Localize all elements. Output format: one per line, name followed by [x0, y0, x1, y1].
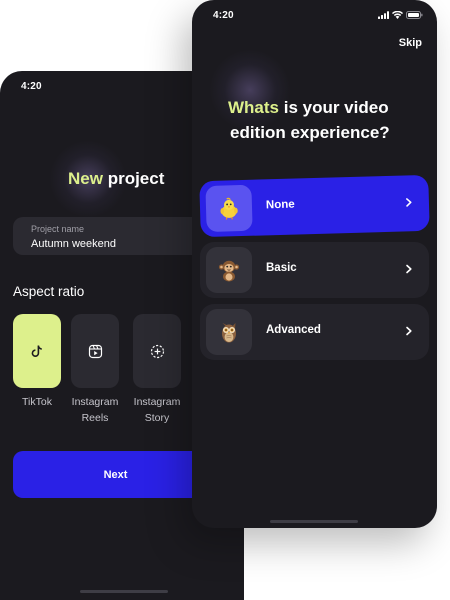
monkey-icon — [218, 260, 240, 282]
canvas: 4:20 New project Project name Autumn wee… — [0, 0, 450, 600]
project-name-field[interactable]: Project name Autumn weekend — [13, 217, 213, 255]
home-indicator — [270, 520, 358, 523]
aspect-label-line2: Reels — [81, 412, 109, 424]
title-accent: New — [68, 169, 103, 188]
page-title: Whats is your video edition experience? — [228, 95, 428, 145]
owl-icon — [222, 323, 236, 343]
aspect-option-instagram-story[interactable] — [133, 314, 181, 388]
aspect-label-instagram-story: Instagram Story — [125, 394, 189, 426]
page-title: New project — [68, 169, 164, 189]
aspect-label-line2: Story — [144, 412, 170, 424]
aspect-option-tiktok[interactable] — [13, 314, 61, 388]
chevron-right-icon — [406, 326, 412, 336]
project-name-value[interactable]: Autumn weekend — [31, 238, 116, 250]
experience-option-basic[interactable]: Basic — [200, 242, 429, 298]
option-label: None — [265, 198, 295, 212]
option-icon-box — [205, 184, 253, 233]
chevron-right-icon — [406, 264, 412, 274]
chick-icon — [220, 197, 238, 220]
aspect-ratio-heading: Aspect ratio — [13, 284, 85, 299]
experience-option-advanced[interactable]: Advanced — [200, 304, 429, 360]
instagram-reels-icon — [88, 344, 102, 358]
title-rest-line1: is your video — [279, 98, 389, 117]
option-label: Basic — [266, 262, 297, 274]
option-icon-box — [206, 247, 252, 293]
aspect-option-instagram-reels[interactable] — [71, 314, 119, 388]
aspect-label-instagram-reels: Instagram Reels — [63, 394, 127, 426]
title-line2: edition experience? — [230, 123, 390, 142]
signal-icon — [378, 11, 389, 19]
aspect-label-line1: Instagram — [71, 396, 119, 408]
next-button-label: Next — [103, 468, 128, 481]
skip-button[interactable]: Skip — [399, 37, 422, 49]
chevron-right-icon — [406, 198, 412, 207]
status-icons — [378, 10, 423, 20]
title-rest: project — [102, 169, 165, 188]
project-name-label: Project name — [31, 224, 85, 234]
aspect-label-line1: Instagram — [133, 396, 181, 408]
home-indicator — [80, 590, 168, 593]
aspect-label-tiktok: TikTok — [22, 396, 52, 408]
battery-icon — [406, 11, 423, 19]
status-time: 4:20 — [21, 81, 42, 92]
instagram-story-icon — [150, 344, 164, 358]
status-time: 4:20 — [213, 10, 234, 21]
experience-option-none[interactable]: None — [199, 174, 430, 238]
option-label: Advanced — [266, 324, 321, 336]
title-accent: Whats — [228, 98, 279, 117]
option-icon-box — [206, 309, 252, 355]
wifi-icon — [392, 11, 403, 19]
experience-question-screen: 4:20 Skip Whats is your video edition ex… — [192, 0, 437, 528]
tiktok-icon — [31, 345, 42, 357]
